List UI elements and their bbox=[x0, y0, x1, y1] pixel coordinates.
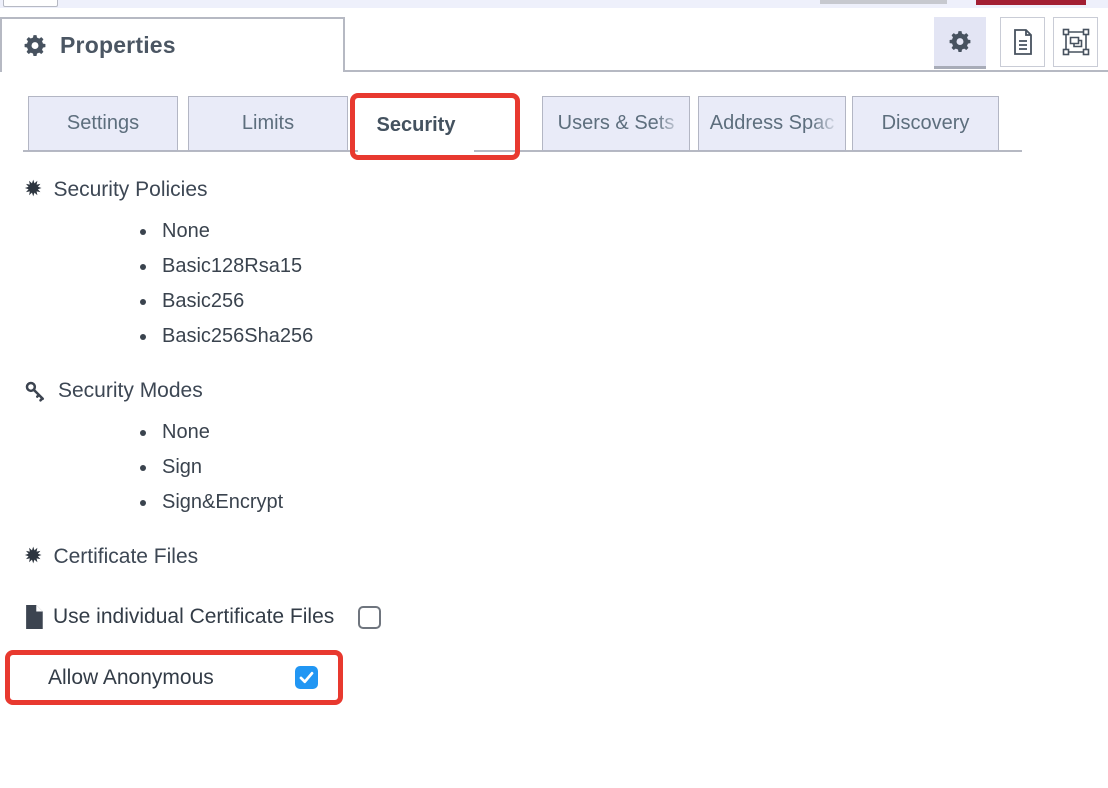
option-label: Use individual Certificate Files bbox=[53, 605, 334, 629]
partial-gray-bar bbox=[820, 0, 947, 4]
tab-label: Discovery bbox=[882, 112, 970, 135]
list-item: Sign bbox=[158, 454, 1108, 480]
section-title: Security Policies bbox=[53, 178, 207, 202]
partial-top-left-button[interactable] bbox=[3, 0, 58, 7]
tab-label: Settings bbox=[67, 112, 139, 135]
tab-label: Address Spac bbox=[710, 112, 835, 135]
page-title: Properties bbox=[60, 32, 176, 59]
certificate-seal-icon: ✹ bbox=[24, 179, 42, 201]
group-select-tool-button[interactable] bbox=[1053, 17, 1098, 67]
list-item: Basic128Rsa15 bbox=[158, 253, 1108, 279]
tab-label: Security bbox=[377, 114, 456, 137]
document-tool-button[interactable] bbox=[1000, 17, 1045, 67]
use-individual-certificate-files-checkbox[interactable] bbox=[358, 606, 381, 629]
security-modes-list: None Sign Sign&Encrypt bbox=[24, 419, 1108, 515]
tab-users-settings[interactable]: Users & Sets bbox=[542, 96, 690, 151]
partial-red-button[interactable] bbox=[976, 0, 1086, 5]
properties-tool-button[interactable] bbox=[934, 17, 986, 69]
toolbar bbox=[934, 17, 1098, 69]
security-tab-content: ✹ Security Policies None Basic128Rsa15 B… bbox=[0, 152, 1108, 705]
top-partial-strip bbox=[0, 0, 1108, 8]
section-heading-security-modes: Security Modes bbox=[24, 379, 1108, 403]
tab-address-space[interactable]: Address Spac bbox=[698, 96, 846, 151]
security-policies-list: None Basic128Rsa15 Basic256 Basic256Sha2… bbox=[24, 218, 1108, 349]
file-icon bbox=[24, 605, 43, 629]
properties-panel: Properties bbox=[0, 0, 1108, 788]
list-item: Basic256 bbox=[158, 288, 1108, 314]
tab-limits[interactable]: Limits bbox=[188, 96, 348, 151]
gear-icon bbox=[22, 33, 48, 59]
header: Properties bbox=[0, 8, 1108, 72]
list-item: Basic256Sha256 bbox=[158, 323, 1108, 349]
option-label: Allow Anonymous bbox=[48, 666, 214, 690]
document-icon bbox=[1011, 28, 1035, 56]
list-item: Sign&Encrypt bbox=[158, 489, 1108, 515]
tab-discovery[interactable]: Discovery bbox=[852, 96, 999, 151]
section-heading-security-policies: ✹ Security Policies bbox=[24, 178, 1108, 202]
checkmark-icon bbox=[298, 669, 315, 686]
gear-icon bbox=[947, 29, 973, 55]
tab-bar: Settings Limits Security Users & Sets Ad… bbox=[0, 72, 1108, 152]
list-item: None bbox=[158, 218, 1108, 244]
key-icon bbox=[24, 380, 47, 403]
section-heading-certificate-files: ✹ Certificate Files bbox=[24, 545, 1108, 569]
section-title: Certificate Files bbox=[53, 545, 198, 569]
tab-security[interactable]: Security bbox=[358, 96, 474, 154]
tab-label: Users & Sets bbox=[558, 112, 675, 135]
tab-label: Limits bbox=[242, 112, 294, 135]
allow-anonymous-checkbox[interactable] bbox=[295, 666, 318, 689]
group-select-icon bbox=[1062, 28, 1090, 56]
properties-header-tab: Properties bbox=[0, 17, 345, 72]
list-item: None bbox=[158, 419, 1108, 445]
use-individual-certificate-files-row: Use individual Certificate Files bbox=[24, 605, 1108, 629]
section-title: Security Modes bbox=[58, 379, 203, 403]
certificate-seal-icon: ✹ bbox=[24, 546, 42, 568]
tab-settings[interactable]: Settings bbox=[28, 96, 178, 151]
red-annotation-allow-anonymous: Allow Anonymous bbox=[5, 650, 343, 705]
